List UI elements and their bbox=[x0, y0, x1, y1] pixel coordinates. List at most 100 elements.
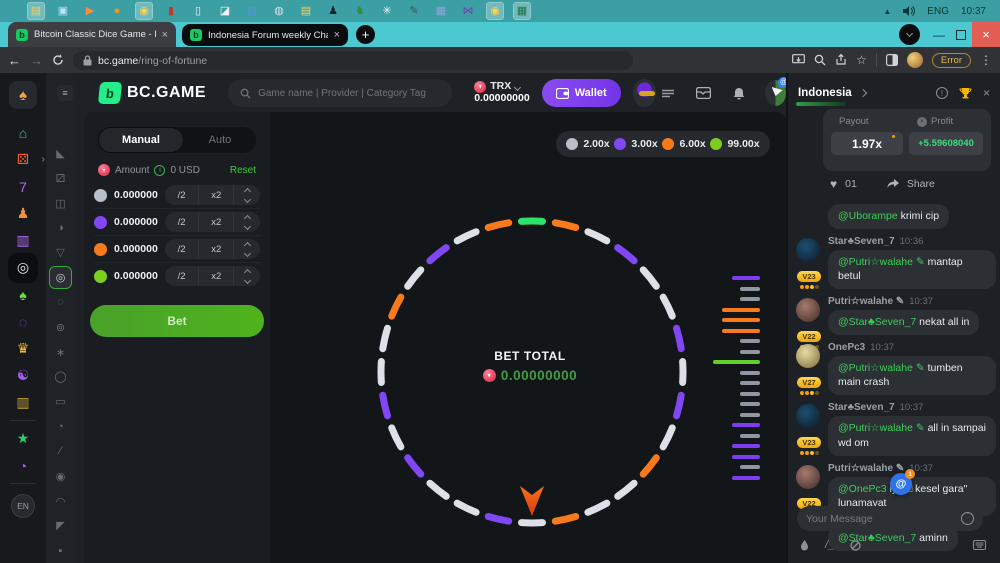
bet-amount-value[interactable]: 0.000000 bbox=[114, 243, 158, 255]
sidebar-toggle-icon[interactable]: ≡ bbox=[57, 85, 73, 101]
browser-menu-icon[interactable]: ⋮ bbox=[980, 53, 992, 67]
chrome-active-icon[interactable]: ◉ bbox=[487, 3, 503, 19]
browser-profile-avatar[interactable] bbox=[907, 52, 923, 68]
message-bubble[interactable]: @Uborampe krimi cip bbox=[828, 204, 949, 229]
language-button[interactable]: EN bbox=[11, 494, 35, 518]
imaging-app-icon[interactable]: ▨ bbox=[244, 3, 260, 19]
chat-rules-slash-icon[interactable]: /_ bbox=[825, 539, 834, 551]
subnav-plinko[interactable]: ▽ bbox=[56, 240, 64, 265]
message-username[interactable]: Star♣Seven_710:37 bbox=[828, 402, 996, 413]
shared-bet-card[interactable]: Payout ×Profit 1.97x +5.59608040 bbox=[823, 109, 991, 171]
back-button[interactable]: ← bbox=[8, 54, 21, 67]
messages-icon[interactable] bbox=[696, 87, 711, 99]
mention-text[interactable]: @Putri☆walahe ✎ bbox=[838, 422, 925, 434]
subnav-classic-dice[interactable]: ⚂ bbox=[56, 166, 66, 191]
reload-button[interactable] bbox=[52, 54, 64, 66]
tab-auto[interactable]: Auto bbox=[184, 134, 256, 146]
half-button[interactable]: /2 bbox=[165, 266, 200, 286]
window-close-button[interactable]: × bbox=[972, 22, 1000, 47]
forward-button[interactable]: → bbox=[30, 54, 43, 67]
address-bar[interactable]: bc.game/ring-of-fortune bbox=[73, 51, 633, 70]
chevron-right-icon[interactable] bbox=[858, 89, 866, 97]
folder-icon[interactable]: ▤ bbox=[298, 3, 314, 19]
message-bubble[interactable]: @Star♣Seven_7 nekat all in bbox=[828, 310, 979, 335]
avatar[interactable] bbox=[796, 404, 820, 428]
sidebar-home[interactable]: ⌂ bbox=[0, 119, 46, 146]
subnav-cards[interactable]: ▭ bbox=[55, 389, 65, 414]
zoom-app-icon[interactable]: ◪ bbox=[217, 3, 233, 19]
balance-selector[interactable]: ▾TRX 0.00000000 bbox=[474, 81, 529, 105]
subnav-keno[interactable]: ∕ bbox=[60, 439, 62, 464]
mention-text[interactable]: @Putri☆walahe ✎ bbox=[838, 256, 925, 268]
sidebar-lottery[interactable]: ▥ bbox=[0, 227, 46, 254]
amount-stepper[interactable] bbox=[234, 239, 260, 259]
mascot-app-icon[interactable]: ♞ bbox=[352, 3, 368, 19]
subnav-ball[interactable]: ◯ bbox=[54, 364, 66, 389]
half-button[interactable]: /2 bbox=[165, 185, 200, 205]
share-arrow-icon[interactable] bbox=[887, 179, 899, 189]
bc-logo[interactable]: ≡ b BC.GAME bbox=[93, 82, 206, 104]
sidebar-bonus[interactable]: ♠ bbox=[0, 281, 46, 308]
pen-app-icon[interactable]: ✎ bbox=[406, 3, 422, 19]
error-badge[interactable]: Error bbox=[932, 53, 971, 68]
mention-fab[interactable]: @ 1 bbox=[890, 473, 912, 495]
amount-stepper[interactable] bbox=[234, 185, 260, 205]
subnav-hash-dice[interactable]: ◫ bbox=[55, 191, 65, 216]
tab-manual[interactable]: Manual bbox=[98, 127, 184, 153]
sidebar-party[interactable]: ☯ bbox=[0, 362, 46, 389]
avatar[interactable] bbox=[796, 465, 820, 489]
firefox-icon[interactable]: ● bbox=[109, 3, 125, 19]
sidebar-roulette[interactable]: ◌ bbox=[0, 308, 46, 335]
subnav-hilo[interactable]: ◠ bbox=[56, 489, 66, 514]
subnav-ring-of-fortune[interactable]: ◎ bbox=[49, 265, 72, 290]
excel-icon[interactable]: ▦ bbox=[514, 3, 530, 19]
kmplayer-icon[interactable]: ⋈ bbox=[460, 3, 476, 19]
emoji-icon[interactable] bbox=[961, 512, 974, 525]
sidebar-rewards[interactable]: ★ bbox=[0, 425, 46, 452]
remote-app-icon[interactable]: ▦ bbox=[433, 3, 449, 19]
tab-close-icon[interactable]: × bbox=[162, 29, 168, 41]
subnav-crash[interactable]: ◣ bbox=[56, 141, 64, 166]
subnav-coinflip[interactable]: ◑ bbox=[57, 215, 64, 240]
subnav-coins[interactable]: ⊚ bbox=[56, 315, 65, 340]
new-tab-button[interactable]: + bbox=[356, 25, 375, 44]
notifications-bell-icon[interactable] bbox=[733, 87, 745, 100]
double-button[interactable]: x2 bbox=[199, 266, 234, 286]
info-icon[interactable]: i bbox=[154, 165, 165, 176]
mention-text[interactable]: @Star♣Seven_7 bbox=[838, 316, 916, 328]
amount-stepper[interactable] bbox=[234, 212, 260, 232]
file-explorer-icon[interactable]: ▤ bbox=[28, 3, 44, 19]
pinwheel-app-icon[interactable]: ✳ bbox=[379, 3, 395, 19]
avatar[interactable] bbox=[796, 344, 820, 368]
tab-close-icon[interactable]: × bbox=[334, 29, 340, 41]
message-username[interactable]: OnePc310:37 bbox=[828, 342, 996, 353]
rank-list-icon[interactable] bbox=[662, 89, 674, 98]
language-indicator[interactable]: ENG bbox=[927, 6, 949, 17]
reset-button[interactable]: Reset bbox=[230, 165, 256, 176]
sidebar-slots[interactable]: 7 bbox=[0, 173, 46, 200]
coin-rain-icon[interactable] bbox=[800, 540, 809, 551]
sidebar-casino[interactable]: ⚄› bbox=[0, 146, 46, 173]
subnav-beans[interactable]: ◌ bbox=[57, 290, 64, 315]
share-icon[interactable] bbox=[835, 54, 847, 66]
photos-icon[interactable]: ▣ bbox=[55, 3, 71, 19]
dictionary-icon[interactable]: ▮ bbox=[163, 3, 179, 19]
double-button[interactable]: x2 bbox=[199, 239, 234, 259]
sidebar-affiliate[interactable]: ▥ bbox=[0, 389, 46, 416]
volume-icon[interactable] bbox=[903, 6, 915, 16]
search-app-icon[interactable]: ◍ bbox=[271, 3, 287, 19]
chrome-icon[interactable]: ◉ bbox=[136, 3, 152, 19]
like-heart-icon[interactable]: ♥ bbox=[830, 177, 837, 191]
chat-message-input[interactable]: Your Message bbox=[797, 506, 983, 531]
tray-chevron-up-icon[interactable]: ▲ bbox=[883, 7, 891, 16]
bet-amount-value[interactable]: 0.000000 bbox=[114, 216, 158, 228]
mention-text[interactable]: @Uborampe bbox=[838, 210, 898, 222]
subnav-more[interactable]: ▪ bbox=[59, 538, 63, 563]
window-minimize-button[interactable]: — bbox=[928, 22, 950, 47]
chat-close-icon[interactable]: × bbox=[983, 86, 990, 100]
expand-chevron-icon[interactable]: › bbox=[42, 154, 45, 165]
chat-channel[interactable]: Indonesia bbox=[798, 87, 852, 99]
tab-indonesia-forum[interactable]: b Indonesia Forum weekly Challeng × bbox=[182, 24, 348, 46]
subnav-twist[interactable]: ◉ bbox=[56, 464, 66, 489]
subnav-limbo[interactable]: ◔ bbox=[57, 414, 64, 439]
